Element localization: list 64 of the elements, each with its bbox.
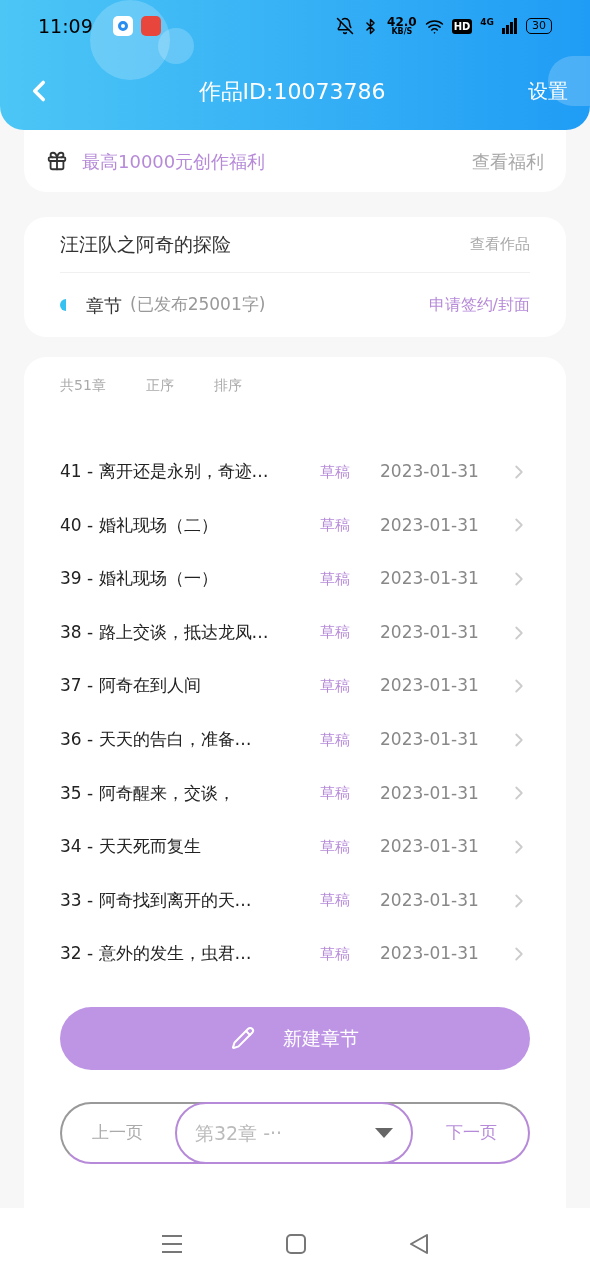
chapter-title: 32 - 意外的发生，虫君…: [60, 942, 253, 966]
chapter-date: 2023-01-31: [380, 728, 480, 751]
status-label: 草稿: [320, 515, 351, 537]
published-count: (已发布25001字): [130, 293, 267, 317]
chapter-title: 38 - 路上交谈，抵达龙凤…: [60, 620, 270, 644]
chapter-title: 34 - 天天死而复生: [60, 835, 202, 859]
section-marker: [60, 299, 66, 311]
chapter-title: 37 - 阿奇在到人间: [60, 674, 202, 698]
chapter-date: 2023-01-31: [380, 781, 480, 805]
chapter-row[interactable]: 41 - 离开还是永别，奇迹… 草稿 2023-01-31: [60, 445, 530, 499]
gift-icon: [46, 150, 68, 172]
chapter-row[interactable]: 37 - 阿奇在到人间 草稿 2023-01-31: [60, 659, 530, 713]
status-label: 草稿: [320, 783, 351, 805]
chapter-date: 2023-01-31: [380, 513, 480, 537]
chapter-date: 2023-01-31: [380, 567, 480, 591]
chapter-title: 35 - 阿奇醒来，交谈，: [60, 781, 236, 805]
status-label: 草稿: [320, 568, 351, 590]
network-speed: 42.0: [387, 16, 417, 28]
chapter-date: 2023-01-31: [380, 888, 480, 912]
chapter-row[interactable]: 32 - 意外的发生，虫君… 草稿 2023-01-31: [60, 927, 530, 981]
status-time: 11:09: [38, 13, 93, 39]
app-icon: [140, 16, 161, 36]
chapter-row[interactable]: 36 - 天天的告白，准备… 草稿 2023-01-31: [60, 712, 530, 767]
chapter-date: 2023-01-31: [380, 674, 480, 698]
back-triangle-icon[interactable]: [408, 1234, 429, 1254]
status-label: 草稿: [320, 943, 351, 965]
chapter-title: 39 - 婚礼现场（一）: [60, 567, 219, 591]
chapter-row[interactable]: 33 - 阿奇找到离开的天… 草稿 2023-01-31: [60, 873, 530, 928]
chapter-date: 2023-01-31: [380, 460, 480, 484]
chapter-title: 40 - 婚礼现场（二）: [60, 513, 219, 537]
battery-indicator: 30: [526, 18, 552, 34]
menu-icon[interactable]: [161, 1234, 184, 1254]
status-label: 草稿: [320, 836, 351, 858]
status-label: 草稿: [320, 675, 351, 697]
page-title: 作品ID:10073786: [197, 77, 387, 106]
section-label: 章节: [86, 293, 122, 318]
work-title: 汪汪队之阿奇的探险: [60, 232, 232, 258]
chapter-title: 41 - 离开还是永别，奇迹…: [60, 460, 270, 484]
status-label: 草稿: [320, 622, 351, 644]
hd-badge: HD: [451, 18, 473, 34]
status-label: 草稿: [320, 890, 351, 912]
home-square-icon[interactable]: [286, 1234, 306, 1254]
dropdown-caret-icon: [375, 1127, 393, 1138]
chapter-date: 2023-01-31: [380, 620, 480, 644]
chapter-row[interactable]: 34 - 天天死而复生 草稿 2023-01-31: [60, 820, 530, 874]
chapter-title: 36 - 天天的告白，准备…: [60, 728, 253, 751]
mute-icon: [336, 17, 355, 35]
chapter-count: 共51章: [60, 375, 106, 395]
status-label: 草稿: [320, 461, 351, 483]
chapter-row[interactable]: 38 - 路上交谈，抵达龙凤… 草稿 2023-01-31: [60, 605, 530, 660]
chapter-date: 2023-01-31: [380, 942, 480, 966]
speed-unit: KB/S: [391, 28, 413, 36]
chapter-title: 33 - 阿奇找到离开的天…: [60, 888, 253, 912]
chapter-date: 2023-01-31: [380, 835, 480, 859]
chapter-row[interactable]: 40 - 婚礼现场（二） 草稿 2023-01-31: [60, 498, 530, 553]
pencil-icon: [231, 1026, 255, 1051]
bubble-decoration: [548, 56, 590, 106]
promo-text: 最高10000元创作福利: [82, 149, 267, 174]
signal-icon: [502, 18, 518, 34]
chapter-row[interactable]: 39 - 婚礼现场（一） 草稿 2023-01-31: [60, 552, 530, 606]
network-type: 4G: [480, 16, 494, 29]
app-icon: [112, 16, 133, 36]
status-label: 草稿: [320, 729, 351, 751]
chapter-row[interactable]: 35 - 阿奇醒来，交谈， 草稿 2023-01-31: [60, 766, 530, 821]
